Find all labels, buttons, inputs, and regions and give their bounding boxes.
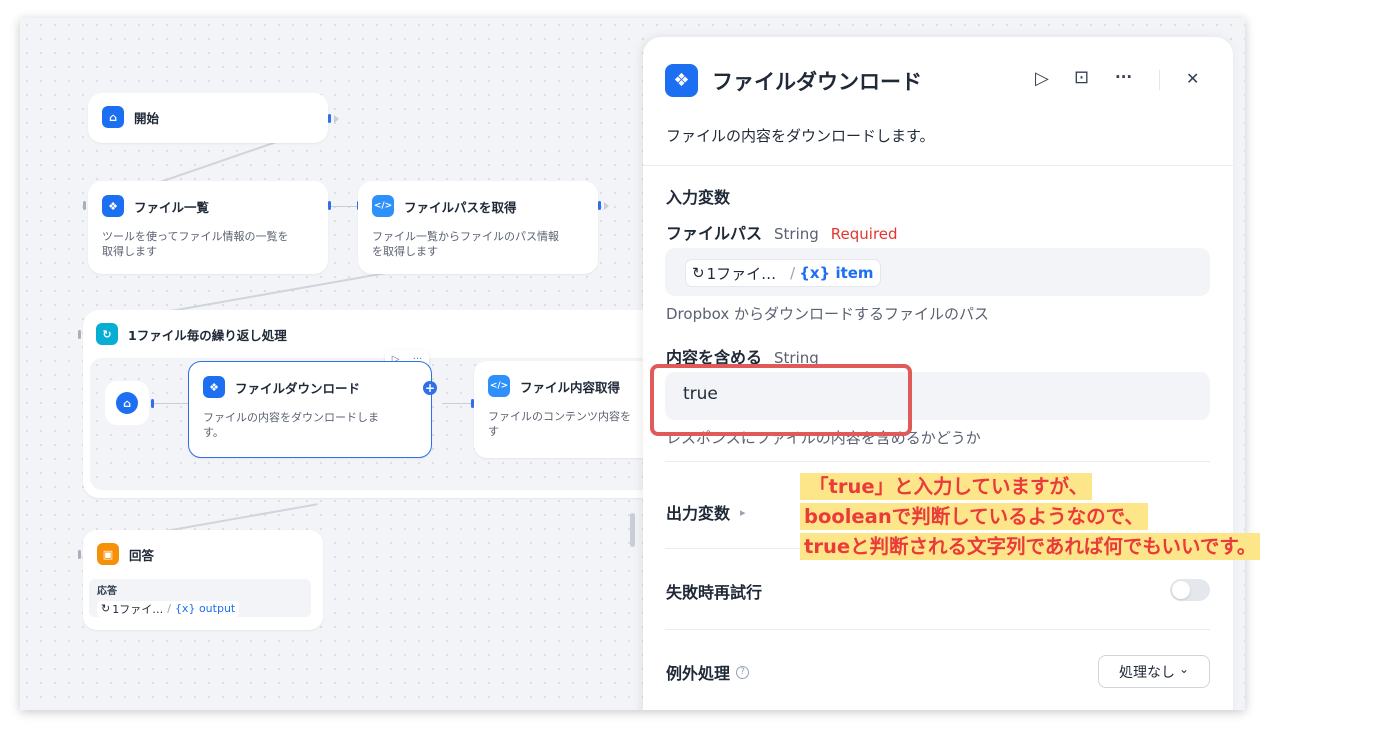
file-path-hint: Dropbox からダウンロードするファイルのパス — [666, 305, 989, 323]
input-port[interactable] — [78, 550, 81, 559]
edge-file-list-to-file-path — [331, 206, 357, 207]
section-divider — [665, 461, 1210, 462]
input-variables-heading: 入力変数 — [666, 188, 731, 207]
loop-icon: ↻ — [96, 323, 118, 345]
header-divider — [1159, 70, 1160, 90]
loop-group[interactable]: ↻ 1ファイル毎の繰り返し処理 ▷ ··· ⌂ ❖ ファイルダウンロード ファイ… — [78, 310, 683, 498]
file-path-label: ファイルパス — [666, 224, 763, 243]
annotation-callout: 「true」と入力していますが、 booleanで判断しているようなので、 tr… — [800, 473, 1261, 563]
scroll-handle[interactable] — [630, 513, 635, 547]
port-arrow — [604, 202, 609, 210]
retry-label: 失敗時再試行 — [666, 583, 763, 602]
panel-title: ファイルダウンロード — [712, 69, 922, 94]
output-variables-toggle[interactable]: 出力変数 ▸ — [666, 500, 746, 524]
answer-node[interactable]: ▣ 回答 応答 ↻ 1ファイ… / {x} output — [78, 530, 323, 630]
annotation-line-2: booleanで判断しているようなので、 — [800, 503, 1148, 530]
loop-variable-icon: ↻ — [101, 602, 111, 615]
edge-download-to-content — [442, 403, 472, 404]
highlight-box — [650, 364, 912, 436]
file-path-node[interactable]: </> ファイルパスを取得 ファイル一覧からファイルのパス情報 を取得します — [358, 181, 609, 274]
answer-node-title: 回答 — [129, 547, 155, 563]
file-path-variable-chip[interactable]: ↻ 1ファイ… / {x} item — [685, 259, 881, 287]
output-port[interactable] — [598, 201, 601, 210]
file-path-node-title: ファイルパスを取得 — [404, 199, 517, 215]
file-path-type: String — [774, 225, 819, 243]
file-path-required: Required — [830, 225, 898, 243]
file-list-node-description: ツールを使ってファイル情報の一覧を 取得します — [102, 230, 289, 258]
download-node-title: ファイルダウンロード — [235, 380, 361, 396]
help-icon[interactable]: ? — [736, 665, 750, 679]
home-icon: ⌂ — [116, 392, 138, 414]
chevron-down-icon: ⌄ — [1178, 661, 1190, 676]
file-path-input[interactable]: ↻ 1ファイ… / {x} item — [665, 248, 1210, 296]
section-divider — [665, 629, 1210, 630]
download-node-description: ファイルの内容をダウンロードしま す。 — [203, 411, 379, 439]
content-node-description: ファイルのコンテンツ内容を す — [488, 410, 631, 438]
annotation-line-3: trueと判断される文字列であれば何でもいいです。 — [800, 533, 1261, 560]
node-properties-panel: ❖ ファイルダウンロード ▷ ⊡ ··· ✕ ファイルの内容をダウンロードします… — [643, 37, 1233, 710]
connector-line — [165, 271, 387, 313]
input-port[interactable] — [78, 330, 81, 339]
code-icon: </> — [488, 375, 510, 397]
toggle-knob — [1172, 581, 1190, 599]
close-panel-button[interactable]: ✕ — [1186, 69, 1199, 88]
answer-icon: ▣ — [97, 543, 119, 565]
loop-start-node[interactable]: ⌂ — [105, 381, 149, 425]
answer-variable-chip[interactable]: ↻ 1ファイ… / {x} output — [97, 600, 240, 617]
file-list-node-title: ファイル一覧 — [134, 199, 210, 215]
run-node-button[interactable]: ▷ — [1035, 68, 1049, 89]
dropbox-icon: ❖ — [665, 64, 698, 97]
edge-loop-start-to-download — [154, 403, 188, 404]
workflow-editor-window: ⌂ 開始 ❖ ファイル一覧 ツールを使ってファイル情報の一覧を 取得します </… — [20, 18, 1245, 710]
output-port[interactable] — [328, 114, 331, 123]
code-icon: </> — [372, 195, 394, 217]
dropbox-icon: ❖ — [102, 195, 124, 217]
retry-toggle[interactable] — [1170, 579, 1210, 601]
answer-field: 応答 ↻ 1ファイ… / {x} output — [89, 579, 311, 617]
download-node-selected[interactable]: ❖ ファイルダウンロード ファイルの内容をダウンロードしま す。 + — [188, 361, 437, 458]
expand-caret-icon: ▸ — [740, 505, 746, 519]
content-node-title: ファイル内容取得 — [520, 379, 621, 395]
file-path-label-row: ファイルパス String Required — [666, 220, 898, 244]
connector-line — [160, 138, 284, 183]
annotation-line-1: 「true」と入力していますが、 — [800, 473, 1093, 500]
answer-field-label: 応答 — [97, 586, 117, 597]
port-arrow — [334, 115, 339, 123]
loop-variable-icon: ↻ — [692, 264, 705, 282]
add-next-node-icon[interactable]: + — [423, 381, 437, 395]
dropbox-icon: ❖ — [203, 376, 225, 398]
more-options-button[interactable]: ··· — [1115, 68, 1132, 86]
exception-handling-label: 例外処理 ? — [666, 660, 750, 684]
connector-line — [160, 503, 318, 533]
panel-description: ファイルの内容をダウンロードします。 — [666, 127, 935, 145]
home-icon: ⌂ — [102, 106, 124, 128]
exception-handling-select[interactable]: 処理なし ⌄ — [1098, 655, 1210, 688]
file-path-node-description: ファイル一覧からファイルのパス情報 を取得します — [372, 230, 559, 258]
docs-button[interactable]: ⊡ — [1074, 67, 1089, 88]
loop-group-title: 1ファイル毎の繰り返し処理 — [128, 327, 287, 343]
file-list-node[interactable]: ❖ ファイル一覧 ツールを使ってファイル情報の一覧を 取得します — [83, 181, 331, 274]
start-node-title: 開始 — [134, 110, 160, 126]
start-node[interactable]: ⌂ 開始 — [88, 93, 339, 143]
input-port[interactable] — [83, 201, 86, 210]
panel-header-divider — [643, 165, 1233, 166]
loop-inner-canvas: ▷ ··· ⌂ ❖ ファイルダウンロード ファイルの内容をダウンロードしま す。… — [90, 350, 683, 490]
panel-header: ❖ ファイルダウンロード — [665, 64, 922, 97]
